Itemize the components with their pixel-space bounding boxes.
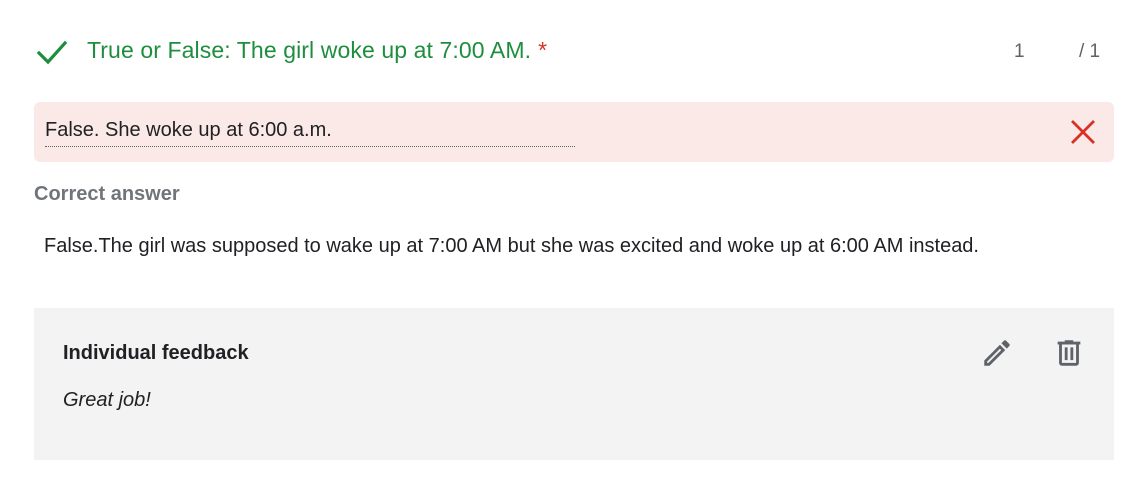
response-text: False. She woke up at 6:00 a.m. bbox=[45, 119, 332, 141]
response-underline bbox=[45, 146, 575, 147]
question-title-text: True or False: The girl woke up at 7:00 … bbox=[87, 37, 532, 63]
check-icon bbox=[36, 40, 68, 65]
feedback-title: Individual feedback bbox=[63, 342, 249, 364]
close-icon bbox=[1071, 120, 1095, 144]
trash-icon[interactable] bbox=[1052, 336, 1086, 370]
feedback-body: Great job! bbox=[63, 389, 151, 411]
question-title: True or False: The girl woke up at 7:00 … bbox=[87, 37, 547, 64]
feedback-card: Individual feedback Great job! bbox=[34, 308, 1114, 460]
response-box: False. She woke up at 6:00 a.m. bbox=[34, 102, 1114, 162]
pencil-icon[interactable] bbox=[980, 336, 1014, 370]
correct-answer-text: False.The girl was supposed to wake up a… bbox=[44, 235, 979, 257]
question-header: True or False: The girl woke up at 7:00 … bbox=[0, 0, 1146, 100]
correct-answer-label: Correct answer bbox=[34, 183, 180, 205]
score-total: / 1 bbox=[1079, 41, 1101, 62]
score-earned[interactable]: 1 bbox=[1014, 41, 1025, 63]
required-marker: * bbox=[538, 37, 548, 63]
